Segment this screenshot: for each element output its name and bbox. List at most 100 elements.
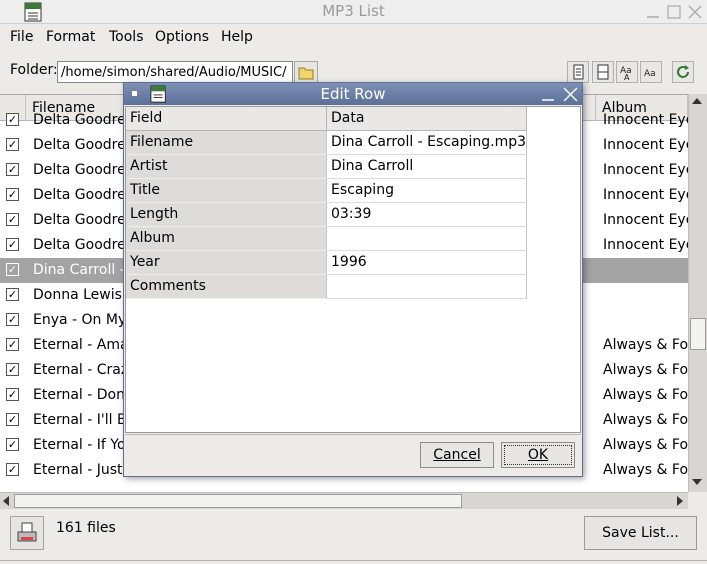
menu-format[interactable]: Format [46,29,95,45]
save-list-button[interactable]: Save List... [584,516,697,550]
menu-help[interactable]: Help [221,29,253,45]
folder-path-input[interactable]: /home/simon/shared/Audio/MUSIC/ [57,61,293,83]
row-checkbox[interactable]: ✓ [6,138,19,151]
row-album: Always & For [603,437,688,453]
dialog-field-name: Title [126,179,327,203]
row-checkbox[interactable]: ✓ [6,188,19,201]
horizontal-scrollbar[interactable] [0,492,688,509]
window-titlebar: MP3 List [0,0,707,24]
refresh-button[interactable] [672,61,694,83]
row-checkbox[interactable]: ✓ [6,263,19,276]
close-icon[interactable] [687,4,703,20]
row-checkbox[interactable]: ✓ [6,163,19,176]
horizontal-scroll-thumb[interactable] [14,494,462,508]
row-filename: Delta Goodre [33,112,126,128]
vertical-scroll-thumb[interactable] [690,318,706,350]
edit-row-dialog: Edit Row Field Data Filename Dina Carroll… [123,82,583,477]
row-filename: Eternal - If Yo [33,437,126,453]
select-all-icon [573,64,584,80]
columns-button[interactable] [592,61,614,83]
menu-file[interactable]: File [10,29,33,45]
row-album: Always & For [603,462,688,478]
folder-open-icon [298,67,314,80]
row-filename: Delta Goodre [33,187,126,203]
scroll-left-arrow-icon[interactable] [3,496,9,506]
cancel-button[interactable]: Cancel [420,442,494,468]
dialog-close-icon[interactable] [562,86,579,103]
row-album: Innocent Eye [603,237,688,253]
dialog-minimize-icon[interactable] [540,87,556,103]
svg-text:A: A [624,73,630,82]
refresh-icon [677,65,689,78]
select-all-button[interactable] [567,61,589,83]
printer-icon [17,522,37,542]
row-filename: Eternal - Just [33,462,123,478]
folder-browse-button[interactable] [294,61,318,83]
dialog-header-field[interactable]: Field [126,107,327,131]
dialog-field-value[interactable]: 03:39 [327,203,527,227]
row-checkbox[interactable]: ✓ [6,463,19,476]
row-filename: Dina Carroll - [33,262,125,278]
row-filename: Delta Goodre [33,237,126,253]
row-album: Innocent Eye [603,212,688,228]
divider [0,560,707,561]
row-album: Always & For [603,412,688,428]
row-checkbox[interactable]: ✓ [6,288,19,301]
dialog-field-value[interactable]: 1996 [327,251,527,275]
row-filename: Donna Lewis [33,287,122,303]
scroll-right-arrow-icon[interactable] [677,496,683,506]
dialog-title: Edit Row [320,85,386,103]
row-filename: Enya - On My [33,312,127,328]
row-checkbox[interactable]: ✓ [6,388,19,401]
row-album: Innocent Eye [603,112,688,128]
row-album: Always & For [603,337,688,353]
window-title: MP3 List [322,2,385,20]
ok-button[interactable]: OK [501,442,575,468]
row-album: Always & For [603,387,688,403]
row-checkbox[interactable]: ✓ [6,213,19,226]
dialog-field-name: Artist [126,155,327,179]
dialog-header-data[interactable]: Data [327,107,527,131]
row-album: Innocent Eye [603,187,688,203]
row-album: Innocent Eye [603,137,688,153]
row-checkbox[interactable]: ✓ [6,363,19,376]
dialog-field-name: Album [126,227,327,251]
menu-tools[interactable]: Tools [109,29,144,45]
row-checkbox[interactable]: ✓ [6,238,19,251]
maximize-icon[interactable] [666,4,682,20]
scroll-down-arrow-icon[interactable] [692,479,702,485]
file-count: 161 files [56,520,116,536]
scroll-up-arrow-icon[interactable] [692,98,702,104]
dialog-field-name: Comments [126,275,327,299]
row-filename: Eternal - Craz [33,362,129,378]
font-button[interactable]: Aa [640,61,662,83]
row-checkbox[interactable]: ✓ [6,338,19,351]
dialog-field-value[interactable] [327,227,527,251]
row-filename: Delta Goodre [33,162,126,178]
dialog-field-name: Length [126,203,327,227]
dialog-field-value[interactable] [327,275,527,299]
print-button[interactable] [10,516,44,550]
row-filename: Delta Goodre [33,212,126,228]
minimize-icon[interactable] [645,4,661,20]
dialog-field-value[interactable]: Dina Carroll - Escaping.mp3 [327,131,527,155]
row-checkbox[interactable]: ✓ [6,313,19,326]
folder-label: Folder: [10,62,58,78]
row-filename: Eternal - I'll B [33,412,127,428]
row-checkbox[interactable]: ✓ [6,438,19,451]
dialog-field-value[interactable]: Dina Carroll [327,155,527,179]
text-case-button[interactable]: Aa A [616,61,638,83]
dialog-field-name: Year [126,251,327,275]
row-checkbox[interactable]: ✓ [6,113,19,126]
menu-bar: File Format Tools Options Help [0,25,707,49]
menu-options[interactable]: Options [155,29,209,45]
row-album: Innocent Eye [603,162,688,178]
vertical-scrollbar[interactable] [688,94,707,492]
row-album: Always & For [603,362,688,378]
row-filename: Eternal - Don [33,387,125,403]
dialog-field-value[interactable]: Escaping [327,179,527,203]
text-case-icon: Aa A [620,66,632,82]
cancel-label: Cancel [433,447,481,463]
ok-label: OK [527,447,549,463]
row-checkbox[interactable]: ✓ [6,413,19,426]
